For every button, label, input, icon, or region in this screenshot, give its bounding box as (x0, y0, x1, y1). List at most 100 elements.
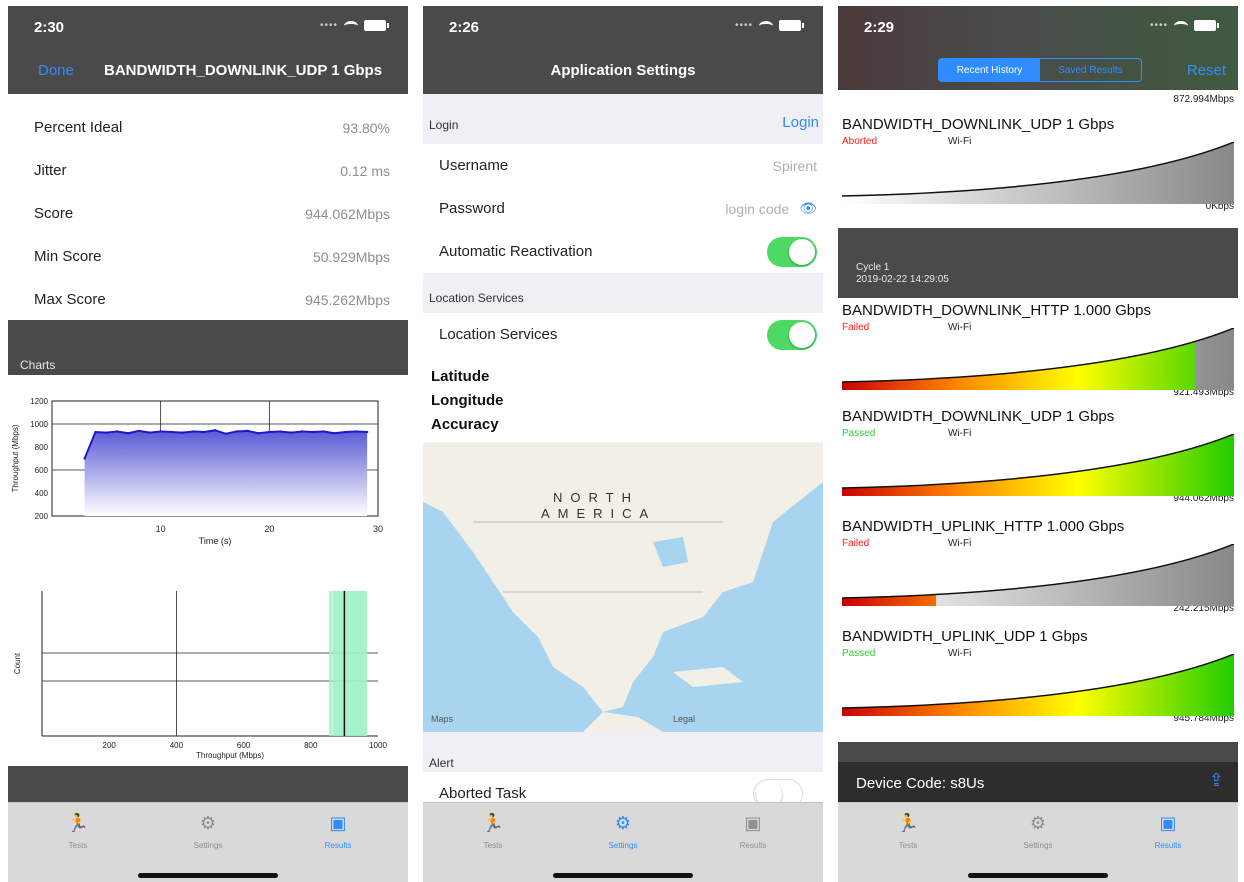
histogram-bar (364, 591, 368, 736)
status-bar: 2:29 •••• (838, 6, 1238, 50)
results-icon: ▣ (1159, 813, 1177, 833)
location-readout: Latitude Longitude Accuracy (423, 356, 823, 442)
alert-section-header: Alert (423, 732, 823, 772)
stat-value: 944.062Mbps (305, 205, 390, 222)
tab-settings[interactable]: ⚙ Settings (988, 813, 1088, 850)
data-point (83, 457, 86, 460)
result-item[interactable]: BANDWIDTH_DOWNLINK_UDP 1 Gbps Passed Wi-Fi… (838, 404, 1238, 508)
battery-icon (1194, 20, 1219, 31)
throughput-histogram: 200 400 600 800 1000 Throughput (Mbps) Count (13, 591, 387, 760)
x-axis-label: Time (s) (199, 536, 232, 546)
tab-tests[interactable]: 🏃 Tests (858, 813, 958, 850)
tab-tests[interactable]: 🏃 Tests (443, 813, 543, 850)
data-point (311, 430, 314, 434)
login-button[interactable]: Login (782, 114, 819, 131)
share-icon[interactable]: ⇪ (1209, 770, 1224, 791)
stat-row: Score 944.062Mbps (8, 192, 408, 235)
results-detail-screen: 2:30 •••• Done BANDWIDTH_DOWNLINK_UDP 1 … (8, 6, 408, 882)
data-point (322, 430, 325, 433)
x-tick-label: 1000 (369, 741, 387, 750)
device-code-bar: Device Code: s8Us ⇪ (838, 762, 1238, 802)
x-tick-label: 800 (304, 741, 318, 750)
runner-icon: 🏃 (896, 813, 920, 833)
signal-icon: •••• (734, 20, 753, 31)
data-point (289, 431, 293, 434)
wifi-icon (344, 20, 358, 31)
x-tick-label: 10 (156, 524, 166, 534)
tab-settings[interactable]: ⚙ Settings (573, 813, 673, 850)
stat-value: 93.80% (342, 119, 390, 136)
tab-tests[interactable]: 🏃 Tests (28, 813, 128, 850)
done-button[interactable]: Done (38, 62, 74, 79)
accuracy-label: Accuracy (431, 416, 499, 433)
data-point (268, 430, 271, 434)
data-point (202, 430, 206, 434)
location-section-header: Location Services (423, 273, 823, 313)
y-axis-label: Throughput (Mbps) (11, 424, 20, 492)
y-axis-label: Count (13, 652, 22, 674)
auto-reactivation-row: Automatic Reactivation (423, 230, 823, 273)
data-point (224, 432, 228, 435)
cycle-label: Cycle 1 (856, 262, 890, 273)
segment-saved-results[interactable]: Saved Results (1040, 59, 1141, 81)
eye-icon[interactable]: 👁 (799, 200, 817, 217)
wifi-icon (1174, 20, 1188, 31)
result-speed-gauge (842, 654, 1234, 716)
username-field[interactable]: Spirent (773, 158, 817, 174)
tab-bar: 🏃 Tests ⚙ Settings ▣ Results (8, 802, 408, 882)
y-tick-label: 600 (35, 466, 49, 475)
tab-bar: 🏃 Tests ⚙ Settings ▣ Results (838, 802, 1238, 882)
result-speed-gauge (842, 142, 1234, 204)
result-item[interactable]: BANDWIDTH_UPLINK_HTTP 1.000 Gbps Failed Wi… (838, 514, 1238, 618)
result-item[interactable]: BANDWIDTH_UPLINK_UDP 1 Gbps Passed Wi-Fi 94… (838, 624, 1238, 728)
signal-icon: •••• (319, 20, 338, 31)
y-tick-label: 800 (35, 443, 49, 452)
data-point (279, 430, 282, 433)
tab-bar: 🏃 Tests ⚙ Settings ▣ Results (423, 802, 823, 882)
stat-row: Jitter 0.12 ms (8, 149, 408, 192)
home-indicator (553, 873, 693, 878)
status-bar: 2:26 •••• (423, 6, 823, 50)
result-title: BANDWIDTH_UPLINK_HTTP 1.000 Gbps (842, 518, 1125, 535)
home-indicator (138, 873, 278, 878)
location-services-toggle[interactable] (767, 319, 817, 350)
password-field[interactable]: login code (725, 201, 789, 217)
longitude-label: Longitude (431, 392, 504, 409)
result-speed-gauge (842, 328, 1234, 390)
data-point (126, 432, 130, 435)
result-item[interactable]: BANDWIDTH_DOWNLINK_HTTP 1.000 Gbps Failed… (838, 298, 1238, 402)
reset-button[interactable]: Reset (1187, 62, 1226, 79)
stat-label: Jitter (34, 162, 67, 179)
data-point (365, 430, 369, 434)
gear-icon: ⚙ (199, 813, 217, 833)
x-axis-label: Throughput (Mbps) (196, 751, 264, 760)
stat-label: Percent Ideal (34, 119, 123, 136)
result-item[interactable]: BANDWIDTH_DOWNLINK_UDP 1 Gbps Aborted Wi-F… (838, 112, 1238, 216)
map-legal-link[interactable]: Legal (673, 714, 695, 724)
tab-results[interactable]: ▣ Results (1118, 813, 1218, 850)
status-icons: •••• (734, 20, 804, 31)
tab-results[interactable]: ▣ Results (703, 813, 803, 850)
tab-settings[interactable]: ⚙ Settings (158, 813, 258, 850)
result-speed-gauge (842, 544, 1234, 606)
stat-row: Max Score 945.262Mbps (8, 278, 408, 321)
data-point (213, 429, 217, 432)
results-icon: ▣ (744, 813, 762, 833)
stat-row: Min Score 50.929Mbps (8, 235, 408, 278)
segment-recent-history[interactable]: Recent History (939, 59, 1040, 81)
history-segmented-control: Recent History Saved Results (938, 58, 1142, 82)
y-tick-label: 1000 (30, 420, 48, 429)
y-tick-label: 400 (35, 489, 49, 498)
tab-results[interactable]: ▣ Results (288, 813, 388, 850)
result-title: BANDWIDTH_DOWNLINK_HTTP 1.000 Gbps (842, 302, 1151, 319)
results-icon: ▣ (329, 813, 347, 833)
map-view[interactable]: NORTH AMERICA Maps Legal (423, 442, 823, 732)
auto-reactivation-toggle[interactable] (767, 236, 817, 267)
data-point (170, 430, 173, 434)
result-title: BANDWIDTH_DOWNLINK_UDP 1 Gbps (842, 116, 1115, 133)
data-point (137, 429, 141, 433)
data-point (355, 430, 358, 433)
latitude-label: Latitude (431, 368, 490, 385)
x-tick-label: 600 (237, 741, 251, 750)
cycle-footer-bar (838, 742, 1238, 762)
